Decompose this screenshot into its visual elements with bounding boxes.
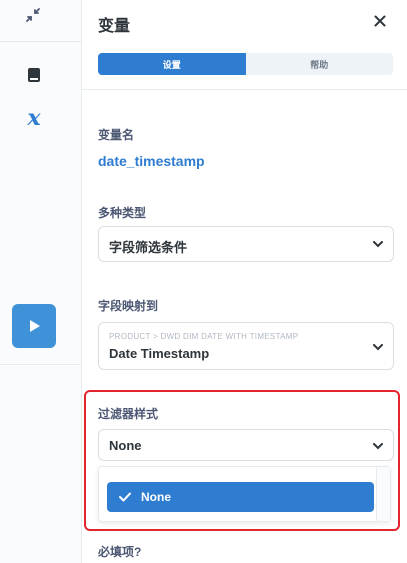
field-mapping-select[interactable]: PRODUCT > DWD DIM DATE WITH TIMESTAMP Da… <box>98 322 394 370</box>
variable-settings-panel: 变量 设置 帮助 变量名 date_timestamp 多种类型 字段筛选条件 … <box>82 0 407 563</box>
filter-widget-select[interactable]: None <box>98 429 394 461</box>
run-query-button[interactable] <box>12 304 56 348</box>
variable-type-value: 字段筛选条件 <box>109 240 188 255</box>
field-mapping-value: Date Timestamp <box>109 346 210 361</box>
tab-help[interactable]: 帮助 <box>245 53 393 75</box>
filter-widget-value: None <box>109 438 142 453</box>
chevron-down-icon <box>372 440 384 452</box>
panel-header: 变量 设置 帮助 <box>82 0 407 90</box>
dropdown-option-none[interactable]: None <box>107 482 374 512</box>
field-table-path: PRODUCT > DWD DIM DATE WITH TIMESTAMP <box>109 332 299 341</box>
variable-type-label: 多种类型 <box>98 206 147 220</box>
left-rail: 𝒙 <box>0 0 82 563</box>
variable-x-icon[interactable]: 𝒙 <box>20 104 48 132</box>
close-button[interactable] <box>369 10 391 32</box>
panel-title: 变量 <box>98 18 131 35</box>
chevron-down-icon <box>372 341 384 353</box>
rail-divider <box>0 364 82 365</box>
dropdown-option-label: None <box>141 490 171 504</box>
dropdown-scrollbar[interactable] <box>376 467 390 521</box>
close-icon <box>374 15 386 27</box>
chevron-down-icon <box>372 238 384 250</box>
variable-name-value: date_timestamp <box>98 153 205 169</box>
variable-type-select[interactable]: 字段筛选条件 <box>98 226 394 262</box>
filter-widget-label: 过滤器样式 <box>98 407 159 421</box>
variable-name-label: 变量名 <box>98 128 135 142</box>
tab-settings[interactable]: 设置 <box>98 53 246 75</box>
required-label: 必填项? <box>98 545 142 559</box>
filter-widget-dropdown: None <box>98 466 391 522</box>
field-mapping-label: 字段映射到 <box>98 299 159 313</box>
book-icon[interactable] <box>24 64 44 86</box>
panel-tabs: 设置 帮助 <box>98 53 393 75</box>
check-icon <box>119 492 131 502</box>
collapse-icon[interactable] <box>22 4 44 26</box>
play-icon <box>30 320 40 332</box>
